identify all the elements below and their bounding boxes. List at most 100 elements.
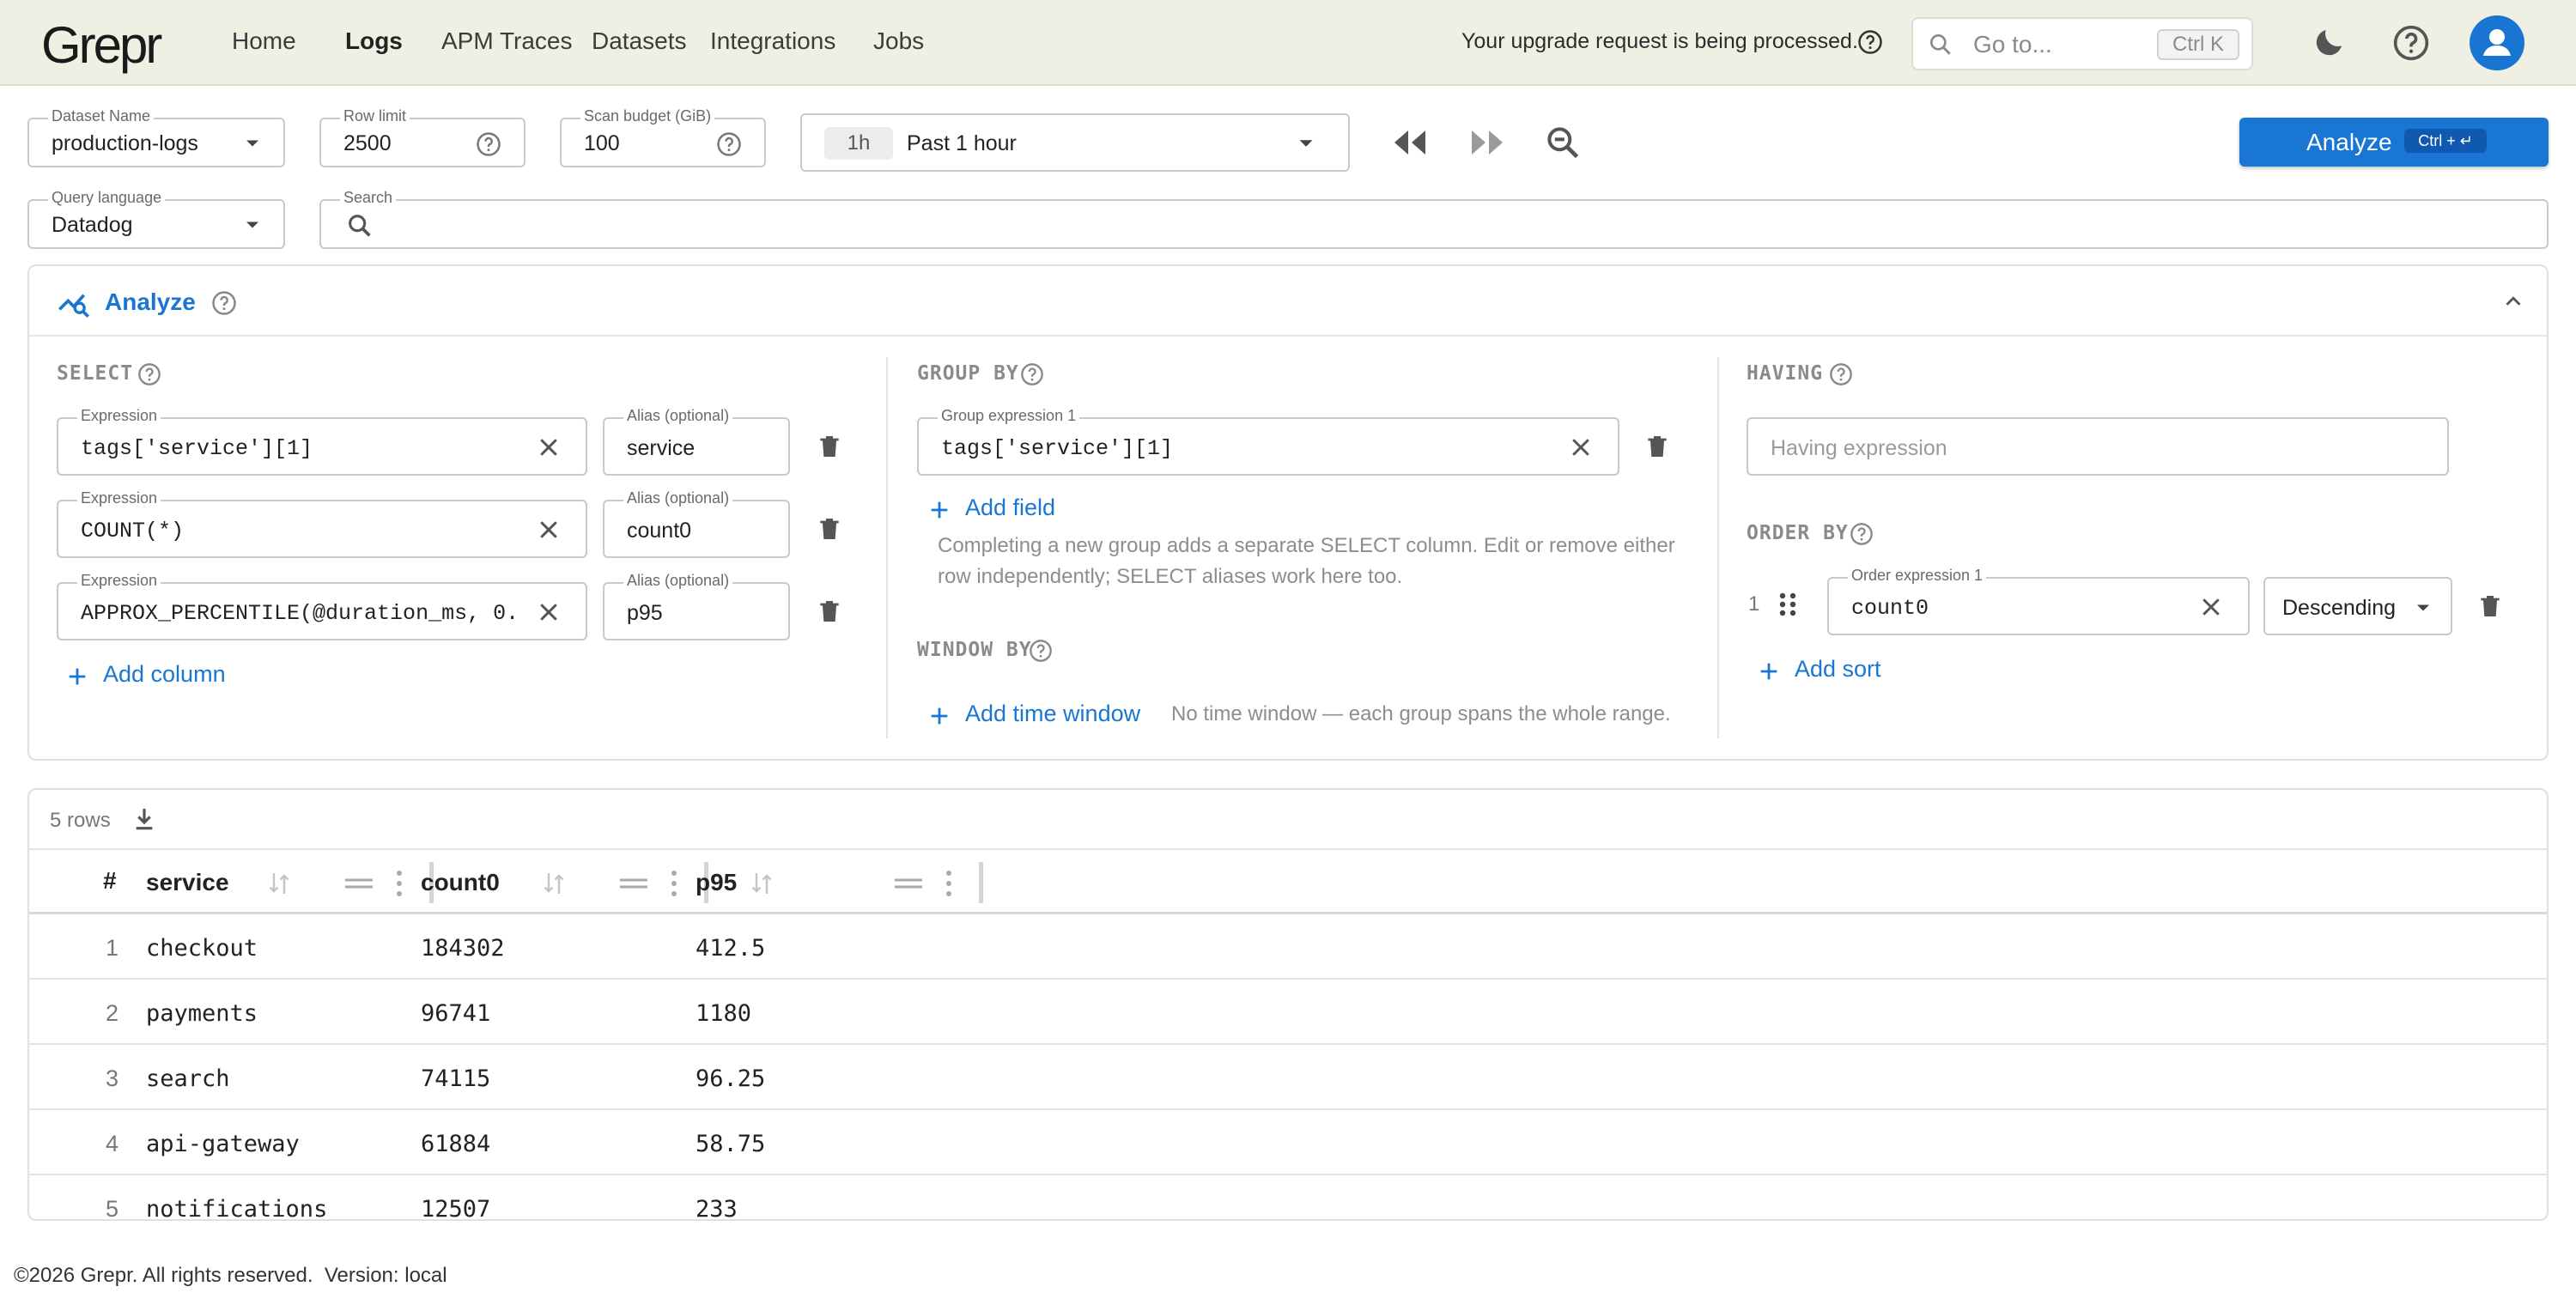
column-header-p95[interactable]: p95	[696, 850, 983, 912]
dark-mode-moon-icon[interactable]	[2312, 24, 2348, 60]
time-range-select[interactable]: 1h Past 1 hour	[800, 113, 1350, 172]
goto-shortcut: Ctrl K	[2157, 29, 2239, 60]
row-limit-label: Row limit	[340, 107, 410, 125]
nav-apm-traces[interactable]: APM Traces	[441, 27, 572, 55]
row-number: 1	[105, 935, 118, 961]
delete-trash-icon[interactable]	[816, 431, 843, 462]
column-header-service[interactable]: service	[146, 850, 434, 912]
time-range-chip: 1h	[824, 127, 893, 160]
select-alias-input[interactable]: Alias (optional) p95	[603, 572, 790, 640]
order-expression-input[interactable]: Order expression 1 count0	[1827, 567, 2250, 635]
goto-search-input[interactable]: Go to... Ctrl K	[1911, 17, 2253, 70]
scan-budget-input[interactable]: Scan budget (GiB) 100	[560, 107, 766, 167]
delete-trash-icon[interactable]	[816, 596, 843, 627]
dropdown-arrow-icon	[240, 131, 264, 155]
group-expression-input[interactable]: Group expression 1 tags['service'][1]	[917, 407, 1619, 476]
nav-integrations[interactable]: Integrations	[710, 27, 835, 55]
help-circle-icon[interactable]	[211, 290, 237, 316]
plus-icon	[65, 665, 89, 689]
column-title: p95	[696, 869, 738, 895]
download-icon[interactable]	[131, 805, 158, 833]
sort-icon[interactable]	[268, 871, 290, 896]
nav-logs[interactable]: Logs	[345, 27, 403, 55]
cell-p95: 233	[696, 1196, 738, 1221]
column-resize-icon[interactable]	[895, 877, 922, 889]
select-expression-input[interactable]: Expression tags['service'][1]	[57, 407, 587, 476]
table-row[interactable]: 3 search 74115 96.25	[29, 1045, 2547, 1108]
add-time-window-label: Add time window	[965, 701, 1141, 726]
fast-forward-icon[interactable]	[1467, 125, 1508, 160]
help-icon[interactable]	[2392, 24, 2430, 62]
footer-text: ©2026 Grepr. All rights reserved. Versio…	[14, 1264, 447, 1287]
help-circle-icon[interactable]	[137, 362, 161, 386]
help-circle-icon[interactable]	[1850, 522, 1874, 546]
cell-count0: 96741	[421, 1000, 491, 1027]
user-avatar[interactable]	[2470, 15, 2524, 70]
scan-budget-label: Scan budget (GiB)	[580, 107, 715, 125]
table-row[interactable]: 2 payments 96741 1180	[29, 980, 2547, 1043]
clear-x-icon[interactable]	[536, 434, 562, 460]
alias-value: count0	[627, 519, 692, 543]
rewind-icon[interactable]	[1389, 125, 1431, 160]
order-expression-label: Order expression 1	[1848, 567, 1987, 585]
sort-direction-select[interactable]: Descending	[2263, 577, 2452, 635]
expression-value: COUNT(*)	[81, 519, 185, 543]
column-resize-icon[interactable]	[345, 877, 373, 889]
drag-handle-icon[interactable]	[1777, 591, 1798, 618]
sort-direction-value: Descending	[2282, 596, 2397, 620]
column-menu-icon[interactable]	[945, 869, 953, 898]
select-alias-input[interactable]: Alias (optional) count0	[603, 489, 790, 558]
collapse-chevron-up-icon[interactable]	[2500, 288, 2526, 314]
plus-icon	[927, 498, 951, 522]
analyze-panel-title: Analyze	[105, 288, 196, 315]
column-title: count0	[421, 869, 500, 895]
having-placeholder: Having expression	[1771, 436, 1947, 460]
zoom-out-icon[interactable]	[1544, 124, 1582, 161]
clear-x-icon[interactable]	[1568, 434, 1594, 460]
column-menu-icon[interactable]	[670, 869, 678, 898]
help-circle-icon[interactable]	[1857, 29, 1883, 55]
row-limit-input[interactable]: Row limit 2500	[319, 107, 526, 167]
select-alias-input[interactable]: Alias (optional) service	[603, 407, 790, 476]
select-expression-input[interactable]: Expression COUNT(*)	[57, 489, 587, 558]
analyze-button[interactable]: Analyze Ctrl + ↵	[2239, 118, 2549, 167]
select-expression-input[interactable]: Expression APPROX_PERCENTILE(@duration_m…	[57, 572, 587, 640]
table-row[interactable]: 4 api-gateway 61884 58.75	[29, 1110, 2547, 1174]
nav-datasets[interactable]: Datasets	[592, 27, 687, 55]
column-separator[interactable]	[979, 862, 983, 903]
help-circle-icon[interactable]	[1829, 362, 1853, 386]
nav-jobs[interactable]: Jobs	[873, 27, 924, 55]
row-limit-value: 2500	[343, 131, 392, 155]
query-language-select[interactable]: Query language Datadog	[27, 189, 285, 249]
column-menu-icon[interactable]	[395, 869, 404, 898]
clear-x-icon[interactable]	[536, 517, 562, 543]
clear-x-icon[interactable]	[2198, 594, 2224, 620]
clear-x-icon[interactable]	[536, 599, 562, 625]
grepr-logo[interactable]: Grepr	[41, 15, 162, 75]
column-resize-icon[interactable]	[620, 877, 647, 889]
nav-home[interactable]: Home	[232, 27, 296, 55]
dropdown-arrow-icon	[1293, 130, 1319, 156]
search-icon	[345, 211, 374, 240]
table-row[interactable]: 1 checkout 184302 412.5	[29, 914, 2547, 978]
column-header-count0[interactable]: count0	[421, 850, 708, 912]
having-expression-input[interactable]: Having expression	[1747, 417, 2449, 476]
search-icon	[1927, 31, 1954, 58]
delete-trash-icon[interactable]	[816, 513, 843, 544]
delete-trash-icon[interactable]	[2476, 591, 2504, 622]
help-circle-icon[interactable]	[716, 131, 742, 157]
search-query-input[interactable]: Search	[319, 189, 2549, 249]
having-heading: HAVING	[1747, 362, 1824, 385]
help-circle-icon[interactable]	[476, 131, 501, 157]
sort-icon[interactable]	[543, 871, 565, 896]
analyze-button-shortcut: Ctrl + ↵	[2404, 129, 2487, 153]
row-number: 2	[105, 1000, 118, 1026]
analyze-panel-header[interactable]: Analyze	[29, 266, 2547, 337]
sort-icon[interactable]	[750, 871, 773, 896]
help-circle-icon[interactable]	[1029, 639, 1053, 663]
add-column-label: Add column	[103, 661, 226, 687]
table-row[interactable]: 5 notifications 12507 233	[29, 1175, 2547, 1221]
help-circle-icon[interactable]	[1020, 362, 1044, 386]
dataset-select[interactable]: Dataset Name production-logs	[27, 107, 285, 167]
delete-trash-icon[interactable]	[1643, 431, 1671, 462]
